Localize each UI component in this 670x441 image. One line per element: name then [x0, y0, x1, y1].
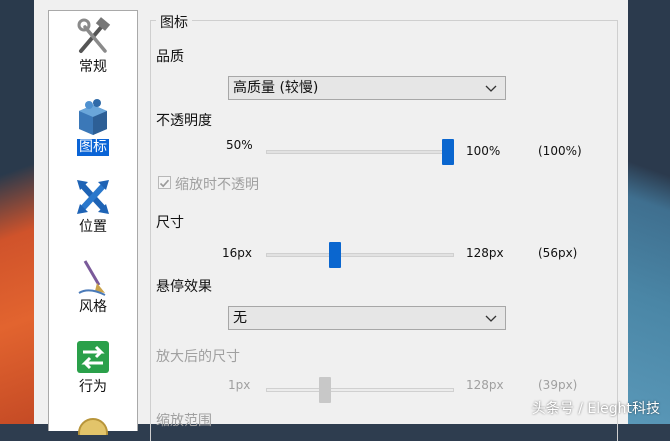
size-slider-track[interactable]	[266, 253, 454, 257]
opacity-slider-track[interactable]	[266, 150, 454, 154]
opacity-max-label: 100%	[466, 144, 501, 158]
opacity-current-label: (100%)	[538, 144, 582, 158]
sidebar-item-label: 风格	[79, 299, 107, 315]
zoomed-size-max-label: 128px	[466, 378, 504, 392]
sidebar-item-label: 行为	[79, 379, 107, 395]
size-current-label: (56px)	[538, 246, 578, 260]
opacity-min-label: 50%	[226, 138, 253, 152]
chevron-down-icon	[485, 315, 497, 322]
settings-sidebar: 常规 图标 位置 风格 行为	[48, 10, 138, 441]
arrows-cross-icon	[75, 177, 111, 217]
icon-box-icon	[75, 97, 111, 137]
size-max-label: 128px	[466, 246, 504, 260]
hover-effect-label: 悬停效果	[156, 279, 212, 295]
sidebar-item-icons[interactable]: 图标	[49, 91, 137, 171]
sidebar-item-general[interactable]: 常规	[49, 11, 137, 91]
opaque-zoom-checkbox[interactable]	[158, 176, 171, 189]
zoomed-size-slider-track[interactable]	[266, 388, 454, 392]
checkmark-icon	[159, 179, 170, 188]
zoomed-size-slider-thumb[interactable]	[318, 377, 331, 403]
quality-select-value: 高质量 (较慢)	[233, 80, 319, 96]
zoomed-size-label: 放大后的尺寸	[156, 349, 240, 365]
size-slider-thumb[interactable]	[329, 242, 342, 268]
chevron-down-icon	[485, 85, 497, 92]
brush-icon	[75, 257, 111, 297]
desktop-background-right	[625, 0, 670, 424]
size-min-label: 16px	[222, 246, 252, 260]
sidebar-item-position[interactable]: 位置	[49, 171, 137, 251]
quality-label: 品质	[156, 49, 184, 65]
zoomed-size-current-label: (39px)	[538, 378, 578, 392]
tools-icon	[75, 17, 111, 57]
opacity-slider-thumb[interactable]	[442, 139, 454, 165]
zoom-range-label: 缩放范围	[156, 413, 212, 429]
partial-icon	[77, 415, 109, 441]
opacity-label: 不透明度	[156, 113, 212, 129]
sidebar-item-behavior[interactable]: 行为	[49, 331, 137, 411]
behavior-arrows-icon	[75, 337, 111, 377]
group-title: 图标	[156, 12, 192, 32]
sidebar-item-label: 常规	[79, 59, 107, 75]
hover-effect-select-value: 无	[233, 310, 247, 326]
settings-window: 常规 图标 位置 风格 行为 图标 品质 高质量 (较慢) 不透明度 50% 1…	[34, 0, 628, 441]
sidebar-item-label: 位置	[79, 219, 107, 235]
sidebar-item-label: 图标	[77, 139, 109, 156]
sidebar-item-style[interactable]: 风格	[49, 251, 137, 331]
size-label: 尺寸	[156, 215, 184, 231]
zoomed-size-min-label: 1px	[228, 378, 251, 392]
watermark: 头条号 / Eleght科技	[531, 401, 660, 417]
opaque-zoom-label: 缩放时不透明	[175, 177, 259, 193]
quality-select[interactable]: 高质量 (较慢)	[228, 76, 506, 100]
hover-effect-select[interactable]: 无	[228, 306, 506, 330]
